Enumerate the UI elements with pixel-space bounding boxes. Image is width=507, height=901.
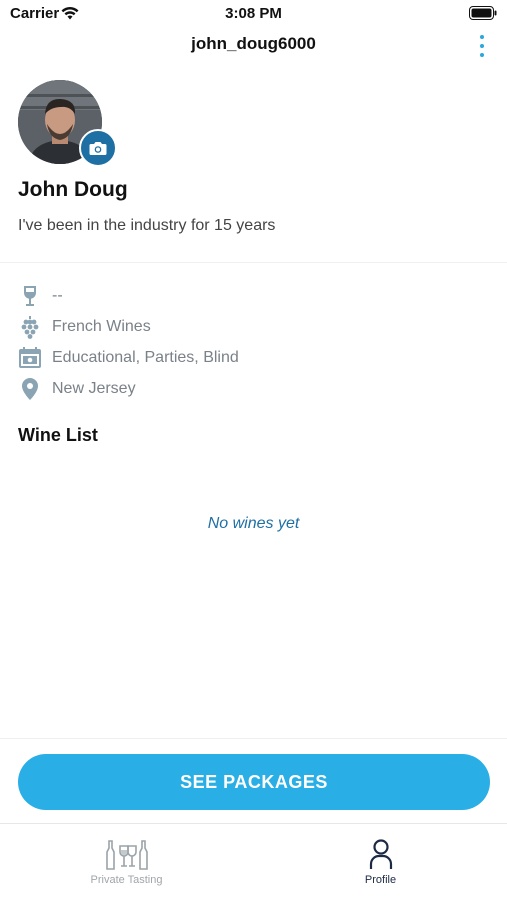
camera-icon [89, 141, 107, 155]
calendar-icon [19, 347, 41, 368]
info-row-events: Educational, Parties, Blind [18, 346, 239, 370]
more-vertical-icon[interactable] [475, 35, 489, 57]
info-specialty-text: French Wines [52, 318, 151, 335]
tab-profile-label: Profile [364, 874, 397, 886]
profile-bio: I've been in the industry for 15 years [18, 217, 276, 234]
battery-icon [469, 6, 497, 20]
page-title: john_doug6000 [191, 34, 316, 53]
info-location-text: New Jersey [52, 380, 136, 397]
status-bar: Carrier 3:08 PM [0, 0, 507, 30]
status-time: 3:08 PM [225, 5, 282, 22]
info-events-text: Educational, Parties, Blind [52, 349, 239, 366]
location-pin-icon [22, 378, 38, 400]
divider [0, 262, 507, 263]
tab-profile[interactable]: Profile [254, 824, 507, 901]
info-row-specialty: French Wines [18, 315, 151, 339]
change-photo-button[interactable] [79, 129, 117, 167]
wine-bottles-icon [105, 840, 148, 870]
wine-glass-icon [24, 286, 36, 306]
info-wine-text: -- [52, 287, 63, 304]
wine-list-title: Wine List [18, 425, 98, 445]
tab-private-tasting-label: Private Tasting [90, 874, 163, 886]
profile-name: John Doug [18, 178, 128, 201]
info-row-location: New Jersey [18, 377, 136, 401]
info-row-wine: -- [18, 284, 63, 308]
tab-private-tasting[interactable]: Private Tasting [0, 824, 253, 901]
wine-list-empty-text: No wines yet [207, 515, 300, 532]
grapes-icon [21, 316, 39, 339]
divider [0, 738, 507, 739]
see-packages-button[interactable]: SEE PACKAGES [18, 754, 490, 810]
tab-bar: Private Tasting Profile [0, 823, 507, 901]
person-icon [369, 839, 392, 869]
